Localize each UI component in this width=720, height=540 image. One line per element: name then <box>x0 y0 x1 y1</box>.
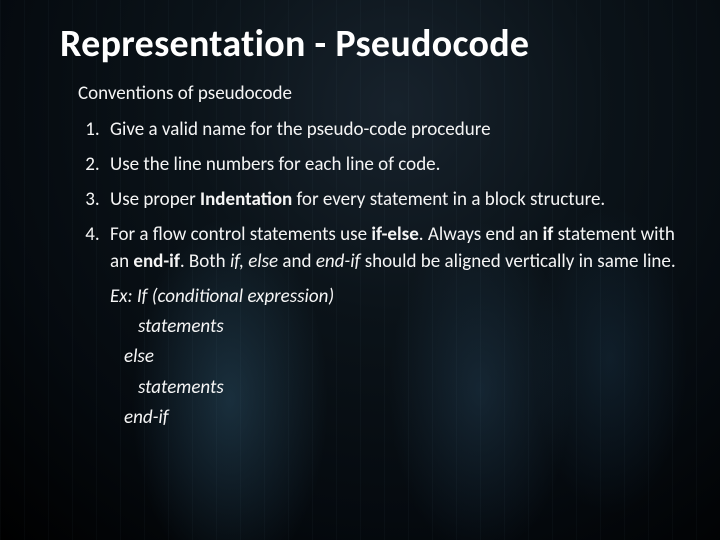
item-text: Use the line numbers for each line of co… <box>110 153 440 176</box>
example-line: end-if <box>110 403 676 433</box>
slide: Representation - Pseudocode Conventions … <box>0 0 720 540</box>
slide-title: Representation - Pseudocode <box>60 24 676 66</box>
slide-subtitle: Conventions of pseudocode <box>78 82 676 105</box>
list-item: For a flow control statements use if-els… <box>104 218 676 438</box>
item-text: for every statement in a block structure… <box>292 188 605 211</box>
italic-text: end-if <box>316 250 361 273</box>
item-text: Use proper <box>110 188 200 211</box>
bold-text: if <box>543 223 554 246</box>
example-line: else <box>110 342 676 372</box>
item-text: and <box>278 250 316 273</box>
bold-text: Indentation <box>200 188 292 211</box>
bold-text: end-if <box>133 250 179 273</box>
item-text: . Always end an <box>419 223 543 246</box>
example-text: Ex: If <box>110 285 152 308</box>
conventions-list: Give a valid name for the pseudo-code pr… <box>78 113 676 438</box>
example-line: Ex: If (conditional expression) <box>110 282 676 312</box>
list-item: Use proper Indentation for every stateme… <box>104 183 676 218</box>
example-block: Ex: If (conditional expression) statemen… <box>110 282 676 434</box>
example-line: statements <box>110 373 676 403</box>
list-item: Use the line numbers for each line of co… <box>104 148 676 183</box>
item-text: For a flow control statements use <box>110 223 371 246</box>
italic-text: if, else <box>230 250 278 273</box>
item-text: should be aligned vertically in same lin… <box>360 250 675 273</box>
bold-text: if-else <box>371 223 418 246</box>
example-text: (conditional expression) <box>152 285 334 308</box>
example-line: statements <box>110 312 676 342</box>
list-item: Give a valid name for the pseudo-code pr… <box>104 113 676 148</box>
item-text: . Both <box>180 250 230 273</box>
item-text: Give a valid name for the pseudo-code pr… <box>110 118 491 141</box>
